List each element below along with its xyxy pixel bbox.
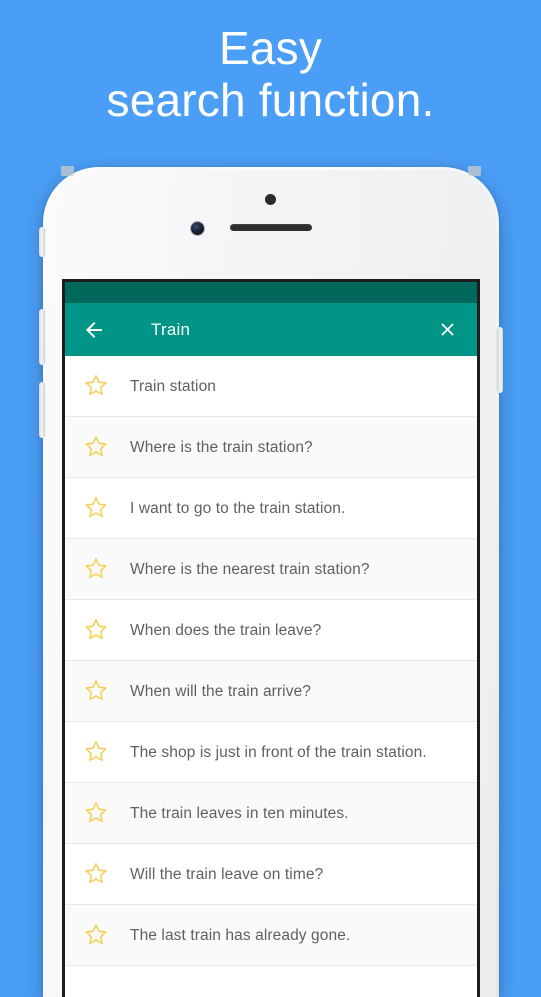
headline-line-2: search function. (106, 74, 435, 126)
phrase-list[interactable]: Train station Where is the train station?… (65, 356, 477, 966)
star-outline-icon[interactable] (83, 556, 109, 582)
status-bar (65, 282, 477, 303)
list-item-label: Train station (130, 377, 217, 395)
front-camera-icon (191, 222, 204, 235)
list-item[interactable]: The shop is just in front of the train s… (65, 722, 477, 783)
mute-switch[interactable] (39, 227, 45, 257)
list-item[interactable]: The train leaves in ten minutes. (65, 783, 477, 844)
list-item-label: The shop is just in front of the train s… (130, 743, 427, 761)
antenna-line-right (468, 166, 481, 176)
phone-screen: Train Train station Where is the train st… (65, 282, 477, 997)
star-outline-icon[interactable] (83, 617, 109, 643)
list-item[interactable]: The last train has already gone. (65, 905, 477, 966)
list-item-label: Where is the train station? (130, 438, 313, 456)
list-item[interactable]: When will the train arrive? (65, 661, 477, 722)
list-item-label: When will the train arrive? (130, 682, 312, 700)
star-outline-icon[interactable] (83, 495, 109, 521)
arrow-left-icon[interactable] (81, 317, 107, 343)
toolbar-title: Train (151, 319, 191, 339)
star-outline-icon[interactable] (83, 800, 109, 826)
star-outline-icon[interactable] (83, 678, 109, 704)
list-item[interactable]: Will the train leave on time? (65, 844, 477, 905)
volume-down-button[interactable] (39, 382, 45, 438)
list-item[interactable]: Where is the train station? (65, 417, 477, 478)
list-item[interactable]: Where is the nearest train station? (65, 539, 477, 600)
list-item-label: The train leaves in ten minutes. (130, 804, 349, 822)
star-outline-icon[interactable] (83, 373, 109, 399)
star-outline-icon[interactable] (83, 434, 109, 460)
star-outline-icon[interactable] (83, 739, 109, 765)
list-item[interactable]: Train station (65, 356, 477, 417)
power-button[interactable] (497, 327, 503, 393)
close-x-icon[interactable] (435, 318, 459, 342)
star-outline-icon[interactable] (83, 922, 109, 948)
earpiece-speaker (230, 224, 312, 231)
list-item-label: The last train has already gone. (130, 926, 351, 944)
star-outline-icon[interactable] (83, 861, 109, 887)
list-item-label: Where is the nearest train station? (130, 560, 370, 578)
volume-up-button[interactable] (39, 309, 45, 365)
list-item[interactable]: When does the train leave? (65, 600, 477, 661)
headline-line-1: Easy (218, 22, 323, 74)
list-item[interactable]: I want to go to the train station. (65, 478, 477, 539)
promo-headline: Easy search function. (0, 22, 541, 126)
antenna-line-left (61, 166, 74, 176)
list-item-label: Will the train leave on time? (130, 865, 324, 883)
proximity-sensor-icon (265, 194, 276, 205)
list-item-label: When does the train leave? (130, 621, 322, 639)
app-toolbar: Train (65, 303, 477, 356)
phone-mockup: Train Train station Where is the train st… (39, 166, 503, 997)
list-item-label: I want to go to the train station. (130, 499, 346, 517)
